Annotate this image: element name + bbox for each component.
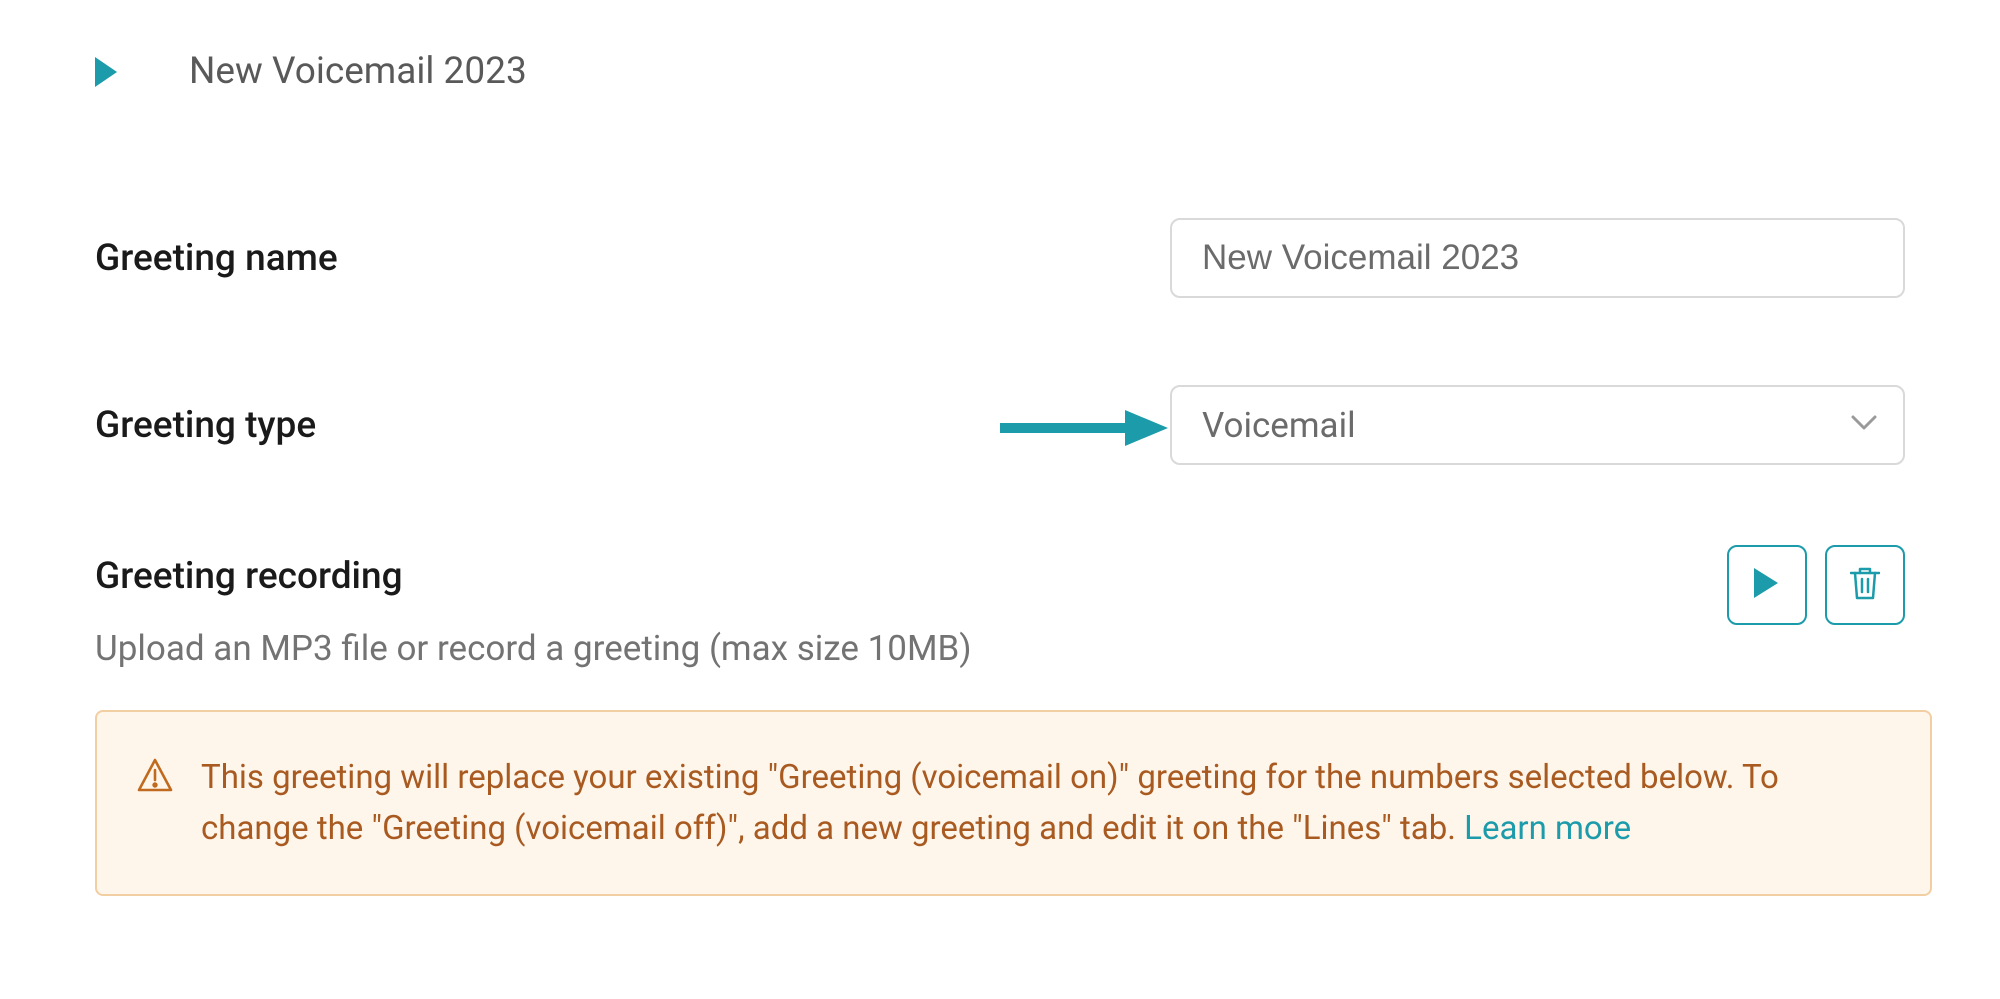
play-recording-button[interactable] [1727,545,1807,625]
learn-more-link[interactable]: Learn more [1464,809,1631,848]
warning-text: This greeting will replace your existing… [201,752,1890,854]
warning-icon [137,758,173,796]
greeting-type-value: Voicemail [1202,405,1356,446]
expand-toggle-icon[interactable] [95,57,119,87]
recording-actions [1727,545,1905,625]
greeting-settings-panel: New Voicemail 2023 Greeting name Greetin… [0,0,2000,999]
greeting-recording-label: Greeting recording [95,555,972,598]
annotation-arrow-icon [1000,408,1170,452]
greeting-recording-help: Upload an MP3 file or record a greeting … [95,628,972,669]
greeting-name-row: Greeting name [95,218,1905,298]
warning-banner: This greeting will replace your existing… [95,710,1932,896]
greeting-type-select[interactable]: Voicemail [1170,385,1905,465]
play-icon [1754,568,1780,602]
panel-title: New Voicemail 2023 [189,50,527,93]
greeting-recording-section: Greeting recording Upload an MP3 file or… [95,555,1905,669]
delete-recording-button[interactable] [1825,545,1905,625]
trash-icon [1850,566,1880,604]
greeting-name-label: Greeting name [95,237,338,280]
greeting-recording-header: Greeting recording Upload an MP3 file or… [95,555,1905,669]
panel-header: New Voicemail 2023 [95,50,527,93]
greeting-type-label: Greeting type [95,404,316,447]
greeting-name-input[interactable] [1170,218,1905,298]
